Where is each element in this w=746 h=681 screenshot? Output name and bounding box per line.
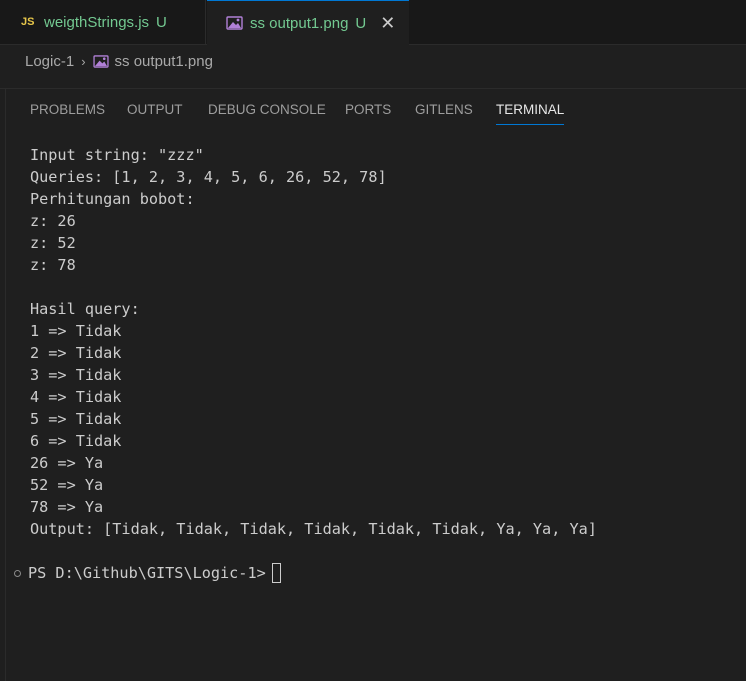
tab-problems[interactable]: PROBLEMS — [30, 89, 105, 129]
tab-weigthstrings-js[interactable]: JS weigthStrings.js U — [0, 0, 206, 44]
vscode-window: JS weigthStrings.js U ss output1.png U ✕… — [0, 0, 746, 681]
panel-edge — [5, 89, 6, 681]
terminal-line: 26 => Ya — [30, 454, 104, 472]
tab-ports[interactable]: PORTS — [345, 89, 391, 129]
terminal-line: Queries: [1, 2, 3, 4, 5, 6, 26, 52, 78] — [30, 168, 387, 186]
terminal-line: z: 26 — [30, 212, 76, 230]
close-icon[interactable]: ✕ — [380, 14, 395, 32]
untracked-badge: U — [355, 14, 367, 32]
terminal-line: 3 => Tidak — [30, 366, 122, 384]
terminal-line: 1 => Tidak — [30, 322, 122, 340]
terminal-line: 78 => Ya — [30, 498, 104, 516]
untracked-badge: U — [156, 13, 167, 31]
panel-tab-bar: PROBLEMS OUTPUT DEBUG CONSOLE PORTS GITL… — [0, 89, 746, 129]
tab-output[interactable]: OUTPUT — [127, 89, 183, 129]
tab-title: ss output1.png — [250, 14, 349, 32]
terminal-line: Hasil query: — [30, 300, 140, 318]
terminal-line: Output: [Tidak, Tidak, Tidak, Tidak, Tid… — [30, 520, 597, 538]
chevron-right-icon: › — [81, 53, 86, 69]
terminal-line: 52 => Ya — [30, 476, 104, 494]
tab-gitlens[interactable]: GITLENS — [415, 89, 473, 129]
javascript-file-icon: JS — [21, 16, 35, 28]
terminal-line: 5 => Tidak — [30, 410, 122, 428]
terminal-line: z: 78 — [30, 256, 76, 274]
tab-debug-console[interactable]: DEBUG CONSOLE — [208, 89, 326, 129]
terminal-line: 4 => Tidak — [30, 388, 122, 406]
tab-terminal[interactable]: TERMINAL — [496, 89, 565, 129]
image-file-icon — [226, 16, 243, 30]
image-file-icon — [92, 54, 109, 68]
breadcrumb-folder[interactable]: Logic-1 — [25, 53, 74, 70]
terminal-line: 2 => Tidak — [30, 344, 122, 362]
command-status-icon[interactable] — [14, 569, 21, 577]
terminal-line: 6 => Tidak — [30, 432, 122, 450]
editor-tab-bar: JS weigthStrings.js U ss output1.png U ✕ — [0, 0, 746, 45]
terminal-line: Perhitungan bobot: — [30, 190, 195, 208]
tab-title: weigthStrings.js — [44, 13, 150, 31]
terminal-prompt[interactable]: PS D:\Github\GITS\Logic-1> — [14, 562, 281, 584]
breadcrumb: Logic-1 › ss output1.png — [0, 45, 746, 77]
terminal-line: z: 52 — [30, 234, 76, 252]
terminal-cursor — [271, 563, 281, 583]
terminal-output[interactable]: Input string: "zzz" Queries: [1, 2, 3, 4… — [30, 144, 740, 540]
breadcrumb-file[interactable]: ss output1.png — [115, 53, 213, 70]
prompt-text: PS D:\Github\GITS\Logic-1> — [28, 564, 266, 582]
tab-ss-output1-png[interactable]: ss output1.png U ✕ — [207, 0, 409, 45]
terminal-line: Input string: "zzz" — [30, 146, 204, 164]
